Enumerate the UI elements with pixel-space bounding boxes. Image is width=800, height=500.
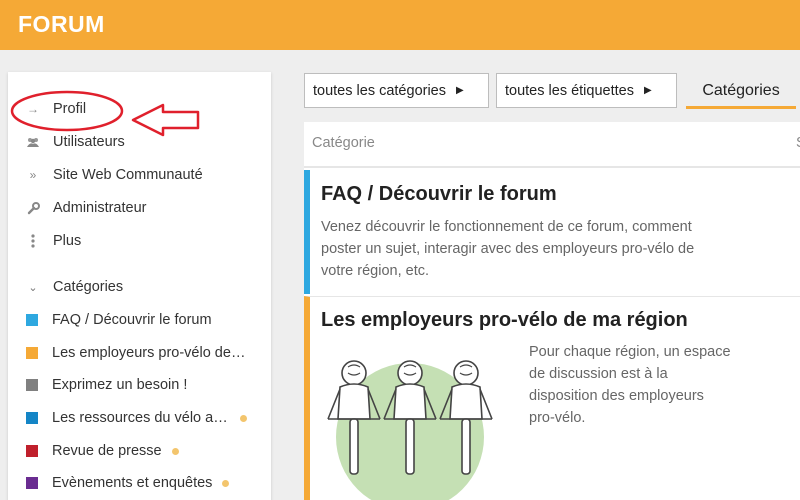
category-filter-label: toutes les catégories [313, 82, 446, 99]
tag-filter-label: toutes les étiquettes [505, 82, 634, 99]
category-filter-dropdown[interactable]: toutes les catégories ▶ [304, 73, 489, 108]
column-header-second: S [796, 135, 800, 151]
highlight-ellipse [10, 90, 124, 132]
pointer-arrow-icon [131, 103, 200, 137]
column-header-category: Catégorie [312, 135, 375, 151]
description-line: pro-vélo. [529, 410, 586, 426]
category-description: Pour chaque région, un espace de discuss… [529, 341, 759, 429]
description-line: poster un sujet, interagir avec des empl… [321, 241, 695, 257]
caret-right-icon: ▶ [643, 85, 652, 96]
category-title-link[interactable]: Les employeurs pro-vélo de ma région [321, 309, 688, 332]
description-line: votre région, etc. [321, 263, 429, 279]
categories-table: Catégorie S FAQ / Découvrir le forum Ven… [304, 122, 800, 500]
description-line: de discussion est à la [529, 366, 668, 382]
description-line: Venez découvrir le fonctionnement de ce … [321, 219, 692, 235]
table-row: Les employeurs pro-vélo de ma région Pou… [304, 296, 800, 500]
description-line: Pour chaque région, un espace [529, 344, 731, 360]
cyclists-illustration [327, 360, 493, 500]
category-description: Venez découvrir le fonctionnement de ce … [321, 216, 694, 282]
header-divider [304, 166, 800, 168]
tab-label: Catégories [702, 82, 780, 99]
description-line: disposition des employeurs [529, 388, 704, 404]
tab-categories[interactable]: Catégories [686, 73, 796, 109]
tag-filter-dropdown[interactable]: toutes les étiquettes ▶ [496, 73, 677, 108]
category-title-link[interactable]: FAQ / Découvrir le forum [321, 183, 557, 206]
active-tab-indicator [686, 106, 796, 109]
caret-right-icon: ▶ [456, 85, 464, 96]
table-row: FAQ / Découvrir le forum Venez découvrir… [304, 170, 800, 294]
